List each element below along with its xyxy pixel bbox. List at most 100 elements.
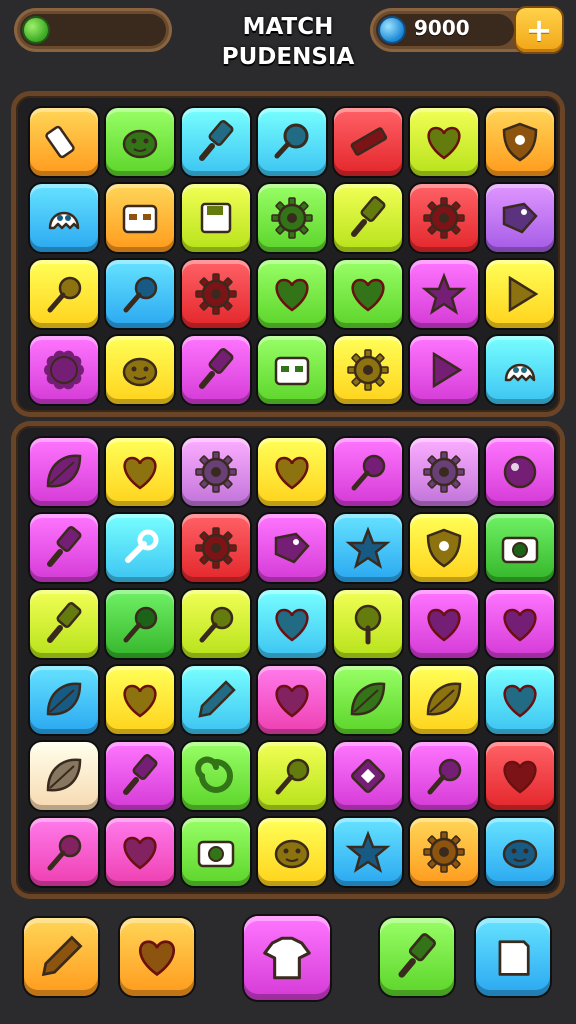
tile-blob-face[interactable] — [106, 336, 174, 404]
tile-leaf[interactable] — [30, 666, 98, 734]
tile-pin[interactable] — [410, 742, 478, 810]
tool-button-pencil[interactable] — [24, 918, 98, 996]
tile-leaf[interactable] — [30, 438, 98, 506]
tile-heart[interactable] — [258, 438, 326, 506]
tile-brush[interactable] — [182, 108, 250, 176]
tile-robot-box[interactable] — [106, 184, 174, 252]
tile-wrench[interactable] — [106, 514, 174, 582]
tile-pin[interactable] — [106, 590, 174, 658]
tile-pin[interactable] — [30, 818, 98, 886]
tile-pin[interactable] — [334, 438, 402, 506]
robot-box-icon — [122, 204, 158, 234]
shirt-icon — [263, 936, 311, 980]
tile-blob-face[interactable] — [486, 818, 554, 886]
tile-floppy[interactable] — [182, 184, 250, 252]
tile-robot-box[interactable] — [258, 336, 326, 404]
tool-button-shirt[interactable] — [244, 916, 330, 1000]
shield-icon — [502, 122, 538, 162]
heart-icon — [503, 684, 537, 718]
tool-button-paper[interactable] — [476, 918, 550, 996]
tile-camera[interactable] — [182, 818, 250, 886]
tile-star[interactable] — [334, 514, 402, 582]
pin-icon — [427, 758, 462, 795]
tile-badge[interactable] — [30, 336, 98, 404]
tile-star[interactable] — [334, 818, 402, 886]
gear-icon — [271, 197, 313, 239]
leaf-icon — [46, 454, 82, 488]
tile-tag[interactable] — [486, 184, 554, 252]
tile-gear[interactable] — [182, 438, 250, 506]
pin-icon — [47, 834, 82, 871]
tile-brush[interactable] — [182, 336, 250, 404]
tile-ruler[interactable] — [334, 108, 402, 176]
tile-heart[interactable] — [486, 590, 554, 658]
add-coins-button[interactable]: + — [516, 8, 562, 52]
tile-ghost[interactable] — [486, 336, 554, 404]
tile-gear[interactable] — [182, 260, 250, 328]
tile-brush[interactable] — [334, 184, 402, 252]
tool-button-heart[interactable] — [120, 918, 194, 996]
tile-gear[interactable] — [410, 438, 478, 506]
tile-pencil[interactable] — [182, 666, 250, 734]
tile-heart[interactable] — [106, 818, 174, 886]
tile-heart[interactable] — [258, 260, 326, 328]
camera-icon — [197, 840, 235, 868]
heart-icon — [123, 684, 157, 718]
tile-swirl[interactable] — [182, 742, 250, 810]
tile-heart[interactable] — [258, 590, 326, 658]
ghost-icon — [504, 363, 536, 382]
tile-orb[interactable] — [486, 438, 554, 506]
tile-square[interactable] — [334, 742, 402, 810]
shield-icon — [426, 528, 462, 568]
leaf-icon — [46, 758, 82, 792]
tile-heart[interactable] — [258, 666, 326, 734]
camera-icon — [501, 536, 539, 564]
tile-brush[interactable] — [106, 742, 174, 810]
tile-gear[interactable] — [334, 336, 402, 404]
progress-bar — [14, 8, 172, 52]
tool-button-brush[interactable] — [380, 918, 454, 996]
heart-icon — [139, 940, 175, 977]
pin-icon — [199, 606, 234, 643]
tile-pin[interactable] — [258, 742, 326, 810]
tile-eraser[interactable] — [30, 108, 98, 176]
tile-leaf[interactable] — [410, 666, 478, 734]
tile-leaf[interactable] — [30, 742, 98, 810]
tile-gear[interactable] — [182, 514, 250, 582]
tile-gear[interactable] — [258, 184, 326, 252]
title-line-1: MATCH — [242, 14, 334, 40]
tile-blob-face[interactable] — [258, 818, 326, 886]
play-icon — [508, 275, 539, 313]
tile-shield[interactable] — [410, 514, 478, 582]
tile-star[interactable] — [410, 260, 478, 328]
tile-shield[interactable] — [486, 108, 554, 176]
tile-heart[interactable] — [106, 666, 174, 734]
tile-pin[interactable] — [30, 260, 98, 328]
tile-heart[interactable] — [486, 666, 554, 734]
tile-brush[interactable] — [30, 514, 98, 582]
tile-tag[interactable] — [258, 514, 326, 582]
tile-brush[interactable] — [30, 590, 98, 658]
tile-tree[interactable] — [334, 590, 402, 658]
tile-heart[interactable] — [410, 590, 478, 658]
tile-pin[interactable] — [182, 590, 250, 658]
heart-icon — [123, 456, 157, 490]
pin-icon — [123, 276, 158, 313]
tile-pin[interactable] — [106, 260, 174, 328]
tile-play[interactable] — [410, 336, 478, 404]
square-icon — [351, 759, 385, 793]
tile-leaf[interactable] — [334, 666, 402, 734]
tile-magnifier[interactable] — [258, 108, 326, 176]
tile-play[interactable] — [486, 260, 554, 328]
heart-icon — [503, 608, 537, 642]
tile-ghost[interactable] — [30, 184, 98, 252]
tile-gear[interactable] — [410, 818, 478, 886]
tile-gear[interactable] — [410, 184, 478, 252]
tile-camera[interactable] — [486, 514, 554, 582]
tile-heart[interactable] — [486, 742, 554, 810]
tile-heart[interactable] — [410, 108, 478, 176]
tile-heart[interactable] — [106, 438, 174, 506]
heart-icon — [275, 278, 309, 312]
tile-blob-face[interactable] — [106, 108, 174, 176]
tile-heart[interactable] — [334, 260, 402, 328]
